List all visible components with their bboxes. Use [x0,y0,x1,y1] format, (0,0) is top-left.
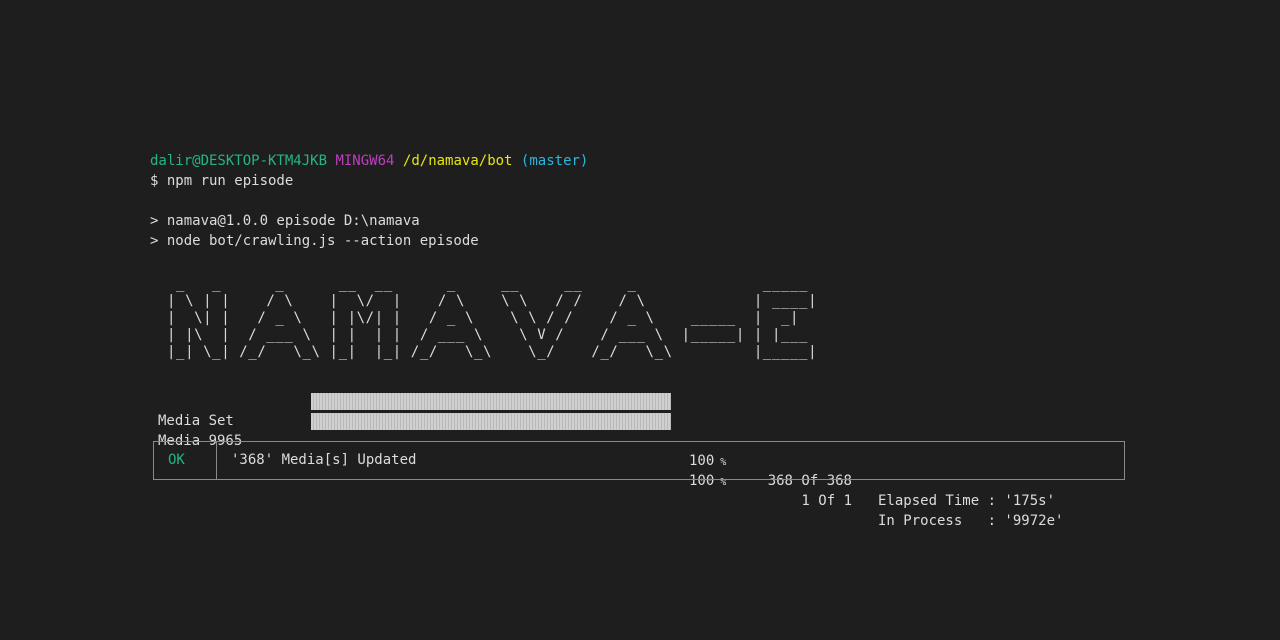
prompt-system: MINGW64 [335,153,395,169]
shell-prompt: dalir@DESKTOP-KTM4JKB MINGW64 /d/namava/… [150,151,588,171]
prompt-user-host: dalir@DESKTOP-KTM4JKB [150,153,328,169]
progress-bar [311,413,671,430]
status-message: '368' Media[s] Updated [231,452,417,468]
ascii-banner: _ _ _ __ __ _ __ __ _ _____ | \ | | / \ … [167,276,818,360]
status-ok-label: OK [154,442,217,479]
node-command-line: > node bot/crawling.js --action episode [150,233,479,249]
progress-row: Media Set 100% 368 Of 368 Elapsed Time :… [158,391,1118,509]
prompt-branch: (master) [520,153,589,169]
progress-info: Elapsed Time : '175s' [878,493,1056,509]
status-table: OK '368' Media[s] Updated [153,441,1125,480]
progress-row: Media 9965 100% 1 Of 1 In Process : '997… [158,411,1118,529]
progress-bar [311,393,671,410]
command-line: $ npm run episode [150,173,294,189]
npm-script-line: > namava@1.0.0 episode D:\namava [150,213,420,229]
terminal-window[interactable]: dalir@DESKTOP-KTM4JKB MINGW64 /d/namava/… [0,0,1280,640]
progress-bar-fill [311,413,671,430]
progress-bar-fill [311,393,671,410]
prompt-path: /d/namava/bot [402,153,513,169]
progress-info: In Process : '9972e' [878,513,1064,529]
progress-count: 1 Of 1 [801,493,852,509]
